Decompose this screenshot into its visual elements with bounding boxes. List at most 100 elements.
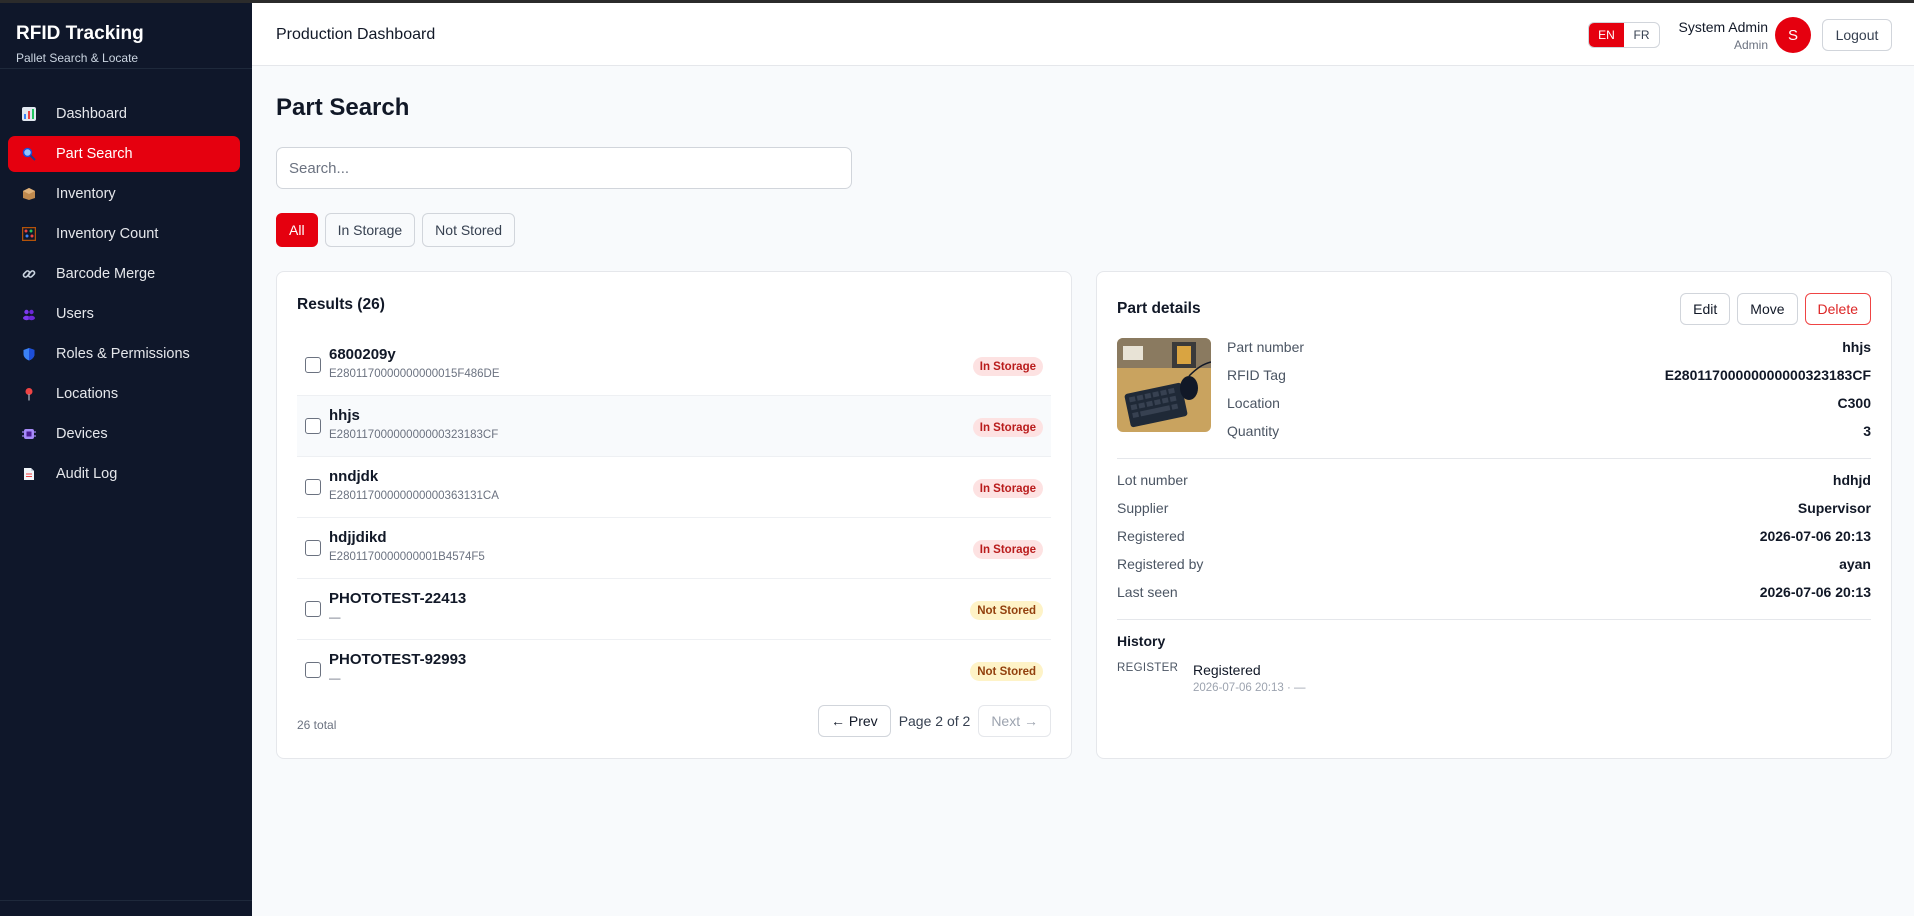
abacus-icon	[22, 227, 36, 241]
part-details-panel: Part details Edit Move Delete Part numbe…	[1096, 271, 1892, 759]
list-item[interactable]: hhjs E28011700000000000323183CF In Stora…	[297, 396, 1051, 457]
location-value: C300	[1837, 395, 1871, 411]
user-info: System Admin Admin	[1679, 19, 1768, 52]
status-badge: Not Stored	[970, 601, 1043, 620]
brand: RFID Tracking Pallet Search & Locate	[0, 3, 252, 68]
pin-icon	[22, 387, 36, 401]
quantity-value: 3	[1863, 423, 1871, 439]
sidebar-item-roles-permissions[interactable]: Roles & Permissions	[8, 336, 240, 372]
row-checkbox[interactable]	[305, 357, 321, 373]
part-number-label: Part number	[1227, 339, 1305, 355]
sidebar-footer	[0, 900, 252, 916]
details-divider	[1117, 458, 1871, 459]
sidebar-item-label: Dashboard	[56, 106, 127, 122]
avatar[interactable]: S	[1775, 17, 1811, 53]
part-number: hdjjdikd	[329, 529, 387, 546]
brand-subtitle: Pallet Search & Locate	[16, 51, 139, 65]
registered-value: 2026-07-06 20:13	[1759, 528, 1871, 544]
edit-button[interactable]: Edit	[1680, 293, 1731, 325]
lang-fr-button[interactable]: FR	[1624, 23, 1659, 47]
row-checkbox[interactable]	[305, 540, 321, 556]
sidebar-item-part-search[interactable]: Part Search	[8, 136, 240, 172]
list-item[interactable]: PHOTOTEST-22413 — Not Stored	[297, 579, 1051, 640]
link-icon	[22, 267, 36, 281]
top-header: Production Dashboard EN FR System Admin …	[252, 3, 1914, 66]
part-number: hhjs	[329, 407, 360, 424]
sidebar-item-label: Inventory	[56, 186, 116, 202]
sidebar-item-dashboard[interactable]: Dashboard	[8, 96, 240, 132]
prev-page-button[interactable]: ← Prev	[818, 705, 891, 737]
delete-button[interactable]: Delete	[1804, 293, 1871, 325]
rfid-tag: E28011700000000000323183CF	[329, 429, 499, 441]
list-item[interactable]: 6800209y E2801170000000000015F486DE In S…	[297, 335, 1051, 396]
filter-in-storage-button[interactable]: In Storage	[324, 213, 416, 247]
rfid-tag-label: RFID Tag	[1227, 367, 1286, 383]
rfid-tag: —	[329, 673, 341, 685]
history-event-type: REGISTER	[1117, 662, 1179, 674]
part-number: PHOTOTEST-22413	[329, 590, 467, 607]
row-checkbox[interactable]	[305, 418, 321, 434]
sidebar-item-label: Devices	[56, 426, 108, 442]
list-item[interactable]: PHOTOTEST-92993 — Not Stored	[297, 640, 1051, 701]
quantity-label: Quantity	[1227, 423, 1280, 439]
sidebar-item-label: Locations	[56, 386, 119, 402]
sidebar-item-label: Users	[56, 306, 94, 322]
part-photo[interactable]	[1117, 338, 1211, 432]
status-badge: In Storage	[972, 540, 1043, 559]
filter-all-button[interactable]: All	[276, 213, 318, 247]
filter-not-stored-button[interactable]: Not Stored	[422, 213, 516, 247]
part-number: 6800209y	[329, 346, 396, 363]
results-panel: Results (26) 6800209y E28011700000000000…	[276, 271, 1072, 759]
lot-number-label: Lot number	[1117, 472, 1188, 488]
sidebar-item-label: Audit Log	[56, 466, 118, 482]
sidebar-item-locations[interactable]: Locations	[8, 376, 240, 412]
row-checkbox[interactable]	[305, 479, 321, 495]
part-number: nndjdk	[329, 468, 379, 485]
sidebar-item-audit-log[interactable]: Audit Log	[8, 456, 240, 492]
status-badge: In Storage	[972, 418, 1043, 437]
document-icon	[22, 467, 36, 481]
registered-label: Registered	[1117, 528, 1185, 544]
registered-by-label: Registered by	[1117, 556, 1204, 572]
details-title: Part details	[1117, 300, 1201, 317]
location-label: Location	[1227, 395, 1280, 411]
supplier-label: Supplier	[1117, 500, 1169, 516]
list-item[interactable]: hdjjdikd E2801170000000001B4574F5 In Sto…	[297, 518, 1051, 579]
part-number: PHOTOTEST-92993	[329, 651, 467, 668]
sidebar-item-barcode-merge[interactable]: Barcode Merge	[8, 256, 240, 292]
bar-chart-icon	[22, 107, 36, 121]
status-badge: In Storage	[972, 479, 1043, 498]
results-total: 26 total	[297, 718, 337, 732]
magnifier-icon	[22, 147, 36, 161]
history-event-meta: 2026-07-06 20:13 · —	[1193, 682, 1306, 694]
rfid-tag-value: E28011700000000000323183CF	[1664, 367, 1871, 383]
sidebar-item-label: Roles & Permissions	[56, 346, 190, 362]
logout-button[interactable]: Logout	[1822, 19, 1892, 51]
lang-en-button[interactable]: EN	[1589, 23, 1624, 47]
list-item[interactable]: nndjdk E28011700000000000363131CA In Sto…	[297, 457, 1051, 518]
row-checkbox[interactable]	[305, 662, 321, 678]
window-top-border	[0, 0, 1914, 3]
search-input[interactable]	[276, 147, 852, 189]
brand-title: RFID Tracking	[16, 23, 144, 44]
status-filters: All In Storage Not Stored	[276, 213, 522, 247]
lot-number-value: hdhjd	[1832, 472, 1871, 488]
sidebar-item-inventory[interactable]: Inventory	[8, 176, 240, 212]
sidebar-item-users[interactable]: Users	[8, 296, 240, 332]
registered-by-value: ayan	[1839, 556, 1871, 572]
sidebar-item-inventory-count[interactable]: Inventory Count	[8, 216, 240, 252]
rfid-tag: E28011700000000000363131CA	[329, 490, 499, 502]
package-icon	[22, 187, 36, 201]
next-page-button[interactable]: Next →	[978, 705, 1051, 737]
row-checkbox[interactable]	[305, 601, 321, 617]
sidebar: RFID Tracking Pallet Search & Locate Das…	[0, 3, 252, 916]
user-name: System Admin	[1678, 19, 1768, 35]
status-badge: In Storage	[972, 357, 1043, 376]
supplier-value: Supervisor	[1797, 500, 1871, 516]
header-title: Production Dashboard	[276, 26, 436, 43]
move-button[interactable]: Move	[1737, 293, 1798, 325]
sidebar-nav: Dashboard Part Search Inventory Inventor…	[8, 96, 240, 496]
sidebar-item-devices[interactable]: Devices	[8, 416, 240, 452]
shield-icon	[22, 347, 36, 361]
language-toggle: EN FR	[1588, 22, 1660, 48]
